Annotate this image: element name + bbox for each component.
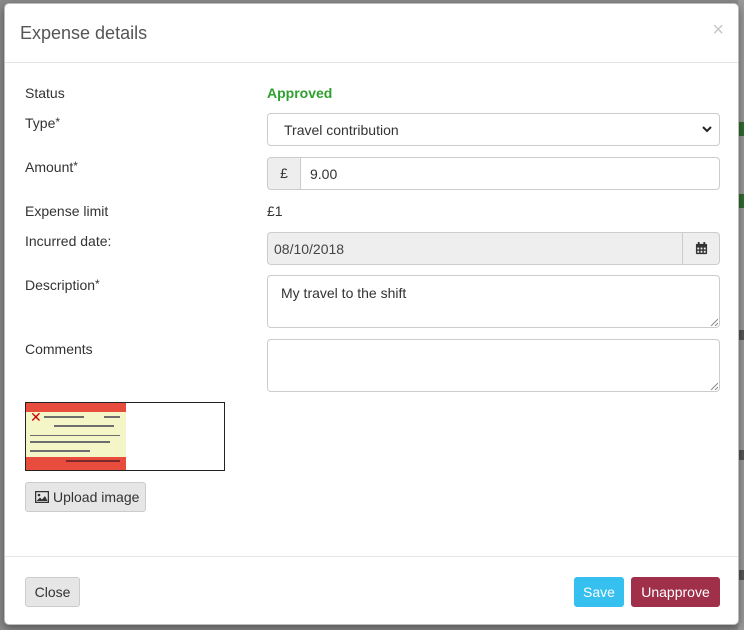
modal-title: Expense details: [20, 23, 148, 43]
required-marker: *: [55, 115, 61, 129]
expense-details-modal: Expense details × Status Approved Type* …: [4, 3, 739, 625]
upload-image-label: Upload image: [53, 489, 140, 505]
description-textarea[interactable]: My travel to the shift: [267, 275, 720, 328]
status-value: Approved: [267, 85, 333, 101]
ticket-line: [44, 416, 84, 418]
resize-handle-icon[interactable]: [710, 382, 718, 390]
ticket-image: ✕: [26, 403, 126, 470]
incurred-date-label: Incurred date:: [25, 233, 112, 249]
type-label: Type*: [25, 115, 60, 131]
receipt-thumbnail[interactable]: ✕: [25, 402, 225, 471]
amount-value: 9.00: [310, 166, 338, 182]
backdrop-element: [739, 450, 744, 460]
comments-label: Comments: [25, 341, 93, 357]
ticket-line: [66, 460, 120, 462]
type-select[interactable]: Travel contribution: [267, 113, 720, 146]
backdrop-element: [739, 122, 744, 136]
modal-footer: Close Save Unapprove: [5, 556, 738, 625]
unapprove-button[interactable]: Unapprove: [631, 577, 720, 607]
incurred-date-input[interactable]: 08/10/2018: [267, 232, 683, 265]
type-selected-value: Travel contribution: [284, 122, 399, 138]
resize-handle-icon[interactable]: [710, 318, 718, 326]
close-icon[interactable]: ×: [712, 20, 724, 40]
ticket-mark: ✕: [30, 409, 42, 425]
backdrop-element: [739, 570, 744, 580]
expense-limit-value: £1: [267, 203, 283, 219]
required-marker: *: [95, 277, 100, 291]
amount-input[interactable]: 9.00: [300, 157, 720, 190]
ticket-line: [104, 416, 120, 418]
ticket-line: [54, 425, 114, 427]
ticket-line: [30, 450, 90, 452]
close-button[interactable]: Close: [25, 577, 80, 607]
date-picker-button[interactable]: [682, 232, 720, 265]
save-button[interactable]: Save: [574, 577, 624, 607]
type-label-text: Type: [25, 115, 56, 131]
status-label: Status: [25, 85, 65, 101]
backdrop-element: [739, 330, 744, 340]
description-label-text: Description: [25, 277, 96, 293]
description-label: Description*: [25, 277, 100, 293]
currency-addon: £: [267, 157, 300, 190]
calendar-icon: [695, 242, 708, 255]
required-marker: *: [73, 159, 78, 173]
modal-header: Expense details ×: [5, 4, 738, 63]
expense-limit-label: Expense limit: [25, 203, 109, 219]
image-icon: [35, 491, 49, 503]
amount-label: Amount*: [25, 159, 78, 175]
upload-image-button[interactable]: Upload image: [25, 482, 146, 512]
amount-label-text: Amount: [25, 159, 74, 175]
backdrop-element: [739, 194, 744, 208]
comments-textarea[interactable]: [267, 339, 720, 392]
incurred-date-value: 08/10/2018: [274, 241, 345, 257]
description-value: My travel to the shift: [281, 285, 407, 301]
ticket-line: [30, 441, 110, 443]
chevron-down-icon: [702, 126, 712, 133]
ticket-line: [30, 435, 120, 436]
ticket-band: [26, 457, 126, 470]
